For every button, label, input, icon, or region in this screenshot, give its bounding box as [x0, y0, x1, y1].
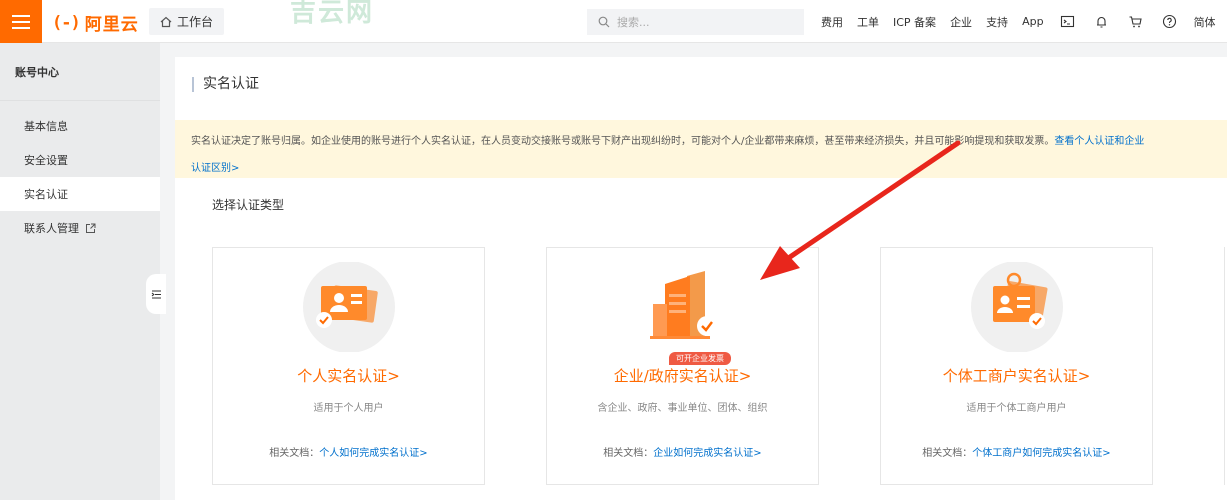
logo-mark: (-)	[52, 12, 81, 33]
top-nav: 费用 工单 ICP 备案 企业 支持 App 简体	[814, 0, 1223, 43]
nav-support[interactable]: 支持	[979, 14, 1015, 30]
card-enterprise[interactable]: 可开企业发票 企业/政府实名认证> 含企业、政府、事业单位、团体、组织 相关文档…	[546, 247, 819, 485]
help-icon[interactable]	[1153, 14, 1187, 29]
workbench-button[interactable]: 工作台	[149, 8, 224, 35]
sidebar-item-label: 实名认证	[24, 188, 68, 201]
nav-tickets[interactable]: 工单	[850, 14, 886, 30]
sidebar-item-label: 安全设置	[24, 154, 68, 167]
workbench-label: 工作台	[177, 15, 214, 29]
notice-text: 实名认证决定了账号归属。如企业使用的账号进行个人实名认证，在人员变动交接账号或账…	[191, 136, 1055, 147]
terminal-icon[interactable]	[1051, 14, 1085, 29]
sidebar-menu: 基本信息 安全设置 实名认证 联系人管理	[0, 101, 160, 245]
nav-icp[interactable]: ICP 备案	[886, 14, 943, 30]
card-desc: 适用于个人用户	[313, 403, 384, 414]
sidebar-title: 账号中心	[0, 43, 160, 101]
card-personal[interactable]: 个人实名认证> 适用于个人用户 相关文档：个人如何完成实名认证>	[212, 247, 485, 485]
card-title[interactable]: 企业/政府实名认证>	[547, 365, 818, 386]
card-doc: 相关文档：企业如何完成实名认证>	[547, 444, 818, 459]
notice-link-continued[interactable]: 认证区别>	[191, 163, 239, 174]
logo-name: 阿里云	[84, 15, 139, 35]
card-title[interactable]: 个体工商户实名认证>	[881, 365, 1152, 386]
nav-enterprise[interactable]: 企业	[943, 14, 979, 30]
section-title: 选择认证类型	[212, 198, 285, 212]
logo[interactable]: (-) 阿里云	[52, 10, 139, 36]
sidebar-item-contacts[interactable]: 联系人管理	[0, 211, 160, 245]
doc-link[interactable]: 个人如何完成实名认证>	[319, 448, 427, 459]
sidebar-item-security[interactable]: 安全设置	[0, 143, 160, 177]
doc-link[interactable]: 企业如何完成实名认证>	[653, 448, 761, 459]
sidebar-item-label: 联系人管理	[24, 222, 79, 235]
building-icon	[635, 262, 731, 352]
collapse-sidebar-button[interactable]	[146, 274, 166, 314]
home-icon	[160, 16, 172, 27]
card-desc: 适用于个体工商户用户	[966, 403, 1067, 414]
sidebar-item-basic-info[interactable]: 基本信息	[0, 109, 160, 143]
doc-label: 相关文档：	[922, 448, 973, 459]
nav-fees[interactable]: 费用	[814, 14, 850, 30]
collapse-icon	[151, 289, 161, 299]
nav-app[interactable]: App	[1015, 15, 1051, 28]
notice-banner: 实名认证决定了账号归属。如企业使用的账号进行个人实名认证，在人员变动交接账号或账…	[175, 120, 1227, 178]
merchant-badge-icon	[969, 261, 1065, 353]
doc-label: 相关文档：	[269, 448, 320, 459]
search-input[interactable]: 搜索...	[587, 9, 804, 35]
menu-button[interactable]	[0, 0, 42, 43]
hamburger-icon	[12, 14, 30, 17]
invoice-badge: 可开企业发票	[669, 352, 731, 365]
search-icon	[598, 16, 610, 28]
card-doc: 相关文档：个体工商户如何完成实名认证>	[881, 444, 1152, 459]
notice-link[interactable]: 查看个人认证和企业	[1054, 136, 1144, 147]
card-title[interactable]: 个人实名认证>	[213, 365, 484, 386]
doc-label: 相关文档：	[603, 448, 654, 459]
external-link-icon	[86, 223, 96, 233]
person-id-card-icon	[301, 261, 397, 353]
sidebar-item-real-name[interactable]: 实名认证	[0, 177, 160, 211]
language-switch[interactable]: 简体	[1187, 14, 1223, 30]
card-desc: 含企业、政府、事业单位、团体、组织	[597, 403, 768, 414]
bell-icon[interactable]	[1085, 14, 1119, 29]
card-doc: 相关文档：个人如何完成实名认证>	[213, 444, 484, 459]
main-area: 实名认证 实名认证决定了账号归属。如企业使用的账号进行个人实名认证，在人员变动交…	[160, 43, 1227, 500]
doc-link[interactable]: 个体工商户如何完成实名认证>	[972, 448, 1110, 459]
watermark: 吉云网	[290, 0, 375, 28]
card-merchant[interactable]: 个体工商户实名认证> 适用于个体工商户用户 相关文档：个体工商户如何完成实名认证…	[880, 247, 1153, 485]
cart-icon[interactable]	[1119, 14, 1153, 29]
sidebar: 账号中心 基本信息 安全设置 实名认证 联系人管理	[0, 43, 160, 500]
content-panel: 实名认证 实名认证决定了账号归属。如企业使用的账号进行个人实名认证，在人员变动交…	[175, 57, 1227, 500]
sidebar-item-label: 基本信息	[24, 120, 68, 133]
top-bar: (-) 阿里云 工作台 吉云网 搜索... 费用 工单 ICP 备案 企业 支持…	[0, 0, 1227, 43]
search-placeholder: 搜索...	[617, 16, 650, 29]
page-title: 实名认证	[192, 77, 259, 92]
